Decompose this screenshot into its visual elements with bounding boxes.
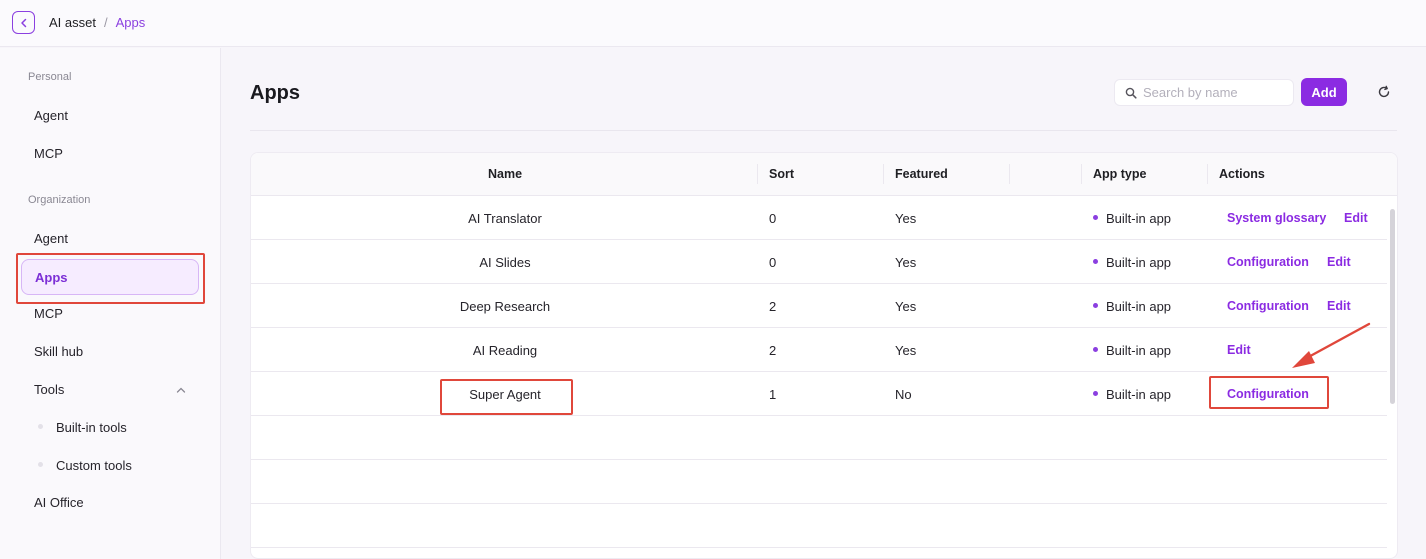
table-row: Deep Research 2 Yes Built-in app Configu… (251, 284, 1387, 328)
app-name: AI Reading (472, 343, 538, 358)
header-divider (250, 130, 1397, 131)
highlight-box-configuration (1209, 376, 1329, 409)
table-row: AI Translator 0 Yes Built-in app System … (251, 196, 1387, 240)
sidebar-item-skill-hub[interactable]: Skill hub (34, 344, 83, 359)
edit-link[interactable]: Edit (1327, 299, 1351, 313)
sidebar-item-ai-office[interactable]: AI Office (34, 495, 84, 510)
configuration-link[interactable]: Configuration (1227, 299, 1309, 313)
highlight-box-super-agent (440, 379, 573, 415)
column-divider (1081, 164, 1082, 184)
status-dot (1093, 215, 1098, 220)
column-divider (757, 164, 758, 184)
search-box[interactable] (1114, 79, 1294, 106)
sort-value: 0 (769, 255, 777, 270)
status-dot (1093, 391, 1098, 396)
highlight-box-apps (16, 253, 205, 304)
status-dot (1093, 259, 1098, 264)
refresh-icon[interactable] (1377, 85, 1391, 99)
featured-value: Yes (895, 299, 917, 314)
featured-value: Yes (895, 211, 917, 226)
table-row: AI Reading 2 Yes Built-in app Edit (251, 328, 1387, 372)
bullet-dot (38, 462, 43, 467)
column-divider (1009, 164, 1010, 184)
app-type-value: Built-in app (1106, 299, 1172, 314)
configuration-link[interactable]: Configuration (1227, 255, 1309, 269)
column-app-type: App type (1093, 167, 1147, 181)
status-dot (1093, 347, 1098, 352)
sidebar-item-org-mcp[interactable]: MCP (34, 306, 63, 321)
featured-value: Yes (895, 255, 917, 270)
column-featured: Featured (895, 167, 948, 181)
apps-table: Name Sort Featured App type Actions AI T… (250, 152, 1398, 559)
column-divider (1207, 164, 1208, 184)
table-row: AI Slides 0 Yes Built-in app Configurati… (251, 240, 1387, 284)
column-sort: Sort (769, 167, 794, 181)
column-divider (883, 164, 884, 184)
app-name: Deep Research (459, 299, 551, 314)
chevron-up-icon[interactable] (175, 384, 187, 396)
empty-row (251, 460, 1387, 504)
edit-link[interactable]: Edit (1227, 343, 1251, 357)
sidebar-item-tools[interactable]: Tools (34, 382, 64, 397)
empty-row (251, 416, 1387, 460)
sidebar-item-custom-tools[interactable]: Custom tools (56, 458, 132, 473)
breadcrumb-apps: Apps (115, 15, 146, 30)
edit-link[interactable]: Edit (1327, 255, 1351, 269)
column-actions: Actions (1219, 167, 1265, 181)
sidebar-item-personal-mcp[interactable]: MCP (34, 146, 63, 161)
app-type-value: Built-in app (1106, 387, 1172, 402)
system-glossary-link[interactable]: System glossary (1227, 211, 1326, 225)
section-personal: Personal (28, 71, 72, 83)
breadcrumb: AI asset / Apps (49, 15, 145, 30)
sort-value: 0 (769, 211, 777, 226)
table-header: Name Sort Featured App type Actions (251, 153, 1397, 196)
chevron-left-icon (20, 18, 26, 27)
app-type-value: Built-in app (1106, 211, 1172, 226)
sort-value: 2 (769, 343, 777, 358)
sidebar-item-builtin-tools[interactable]: Built-in tools (56, 420, 127, 435)
status-dot (1093, 303, 1098, 308)
bullet-dot (38, 424, 43, 429)
add-button[interactable]: Add (1301, 78, 1347, 106)
featured-value: No (895, 387, 912, 402)
edit-link[interactable]: Edit (1344, 211, 1368, 225)
annotation-arrow-icon (1292, 322, 1371, 368)
sidebar-item-org-agent[interactable]: Agent (34, 231, 68, 246)
breadcrumb-ai-asset[interactable]: AI asset (49, 15, 96, 30)
sort-value: 1 (769, 387, 777, 402)
search-icon (1125, 87, 1137, 99)
scrollbar[interactable] (1390, 209, 1395, 404)
search-input[interactable] (1143, 85, 1283, 100)
breadcrumb-separator: / (103, 15, 108, 30)
app-name: AI Translator (468, 211, 542, 226)
featured-value: Yes (895, 343, 917, 358)
app-type-value: Built-in app (1106, 343, 1172, 358)
app-name: AI Slides (479, 255, 531, 270)
empty-row (251, 504, 1387, 548)
app-type-value: Built-in app (1106, 255, 1172, 270)
back-button[interactable] (12, 11, 35, 34)
sort-value: 2 (769, 299, 777, 314)
column-name: Name (488, 167, 523, 181)
top-bar: AI asset / Apps (0, 0, 1426, 47)
page-title: Apps (250, 82, 300, 104)
section-organization: Organization (28, 194, 91, 206)
sidebar-item-personal-agent[interactable]: Agent (34, 108, 68, 123)
